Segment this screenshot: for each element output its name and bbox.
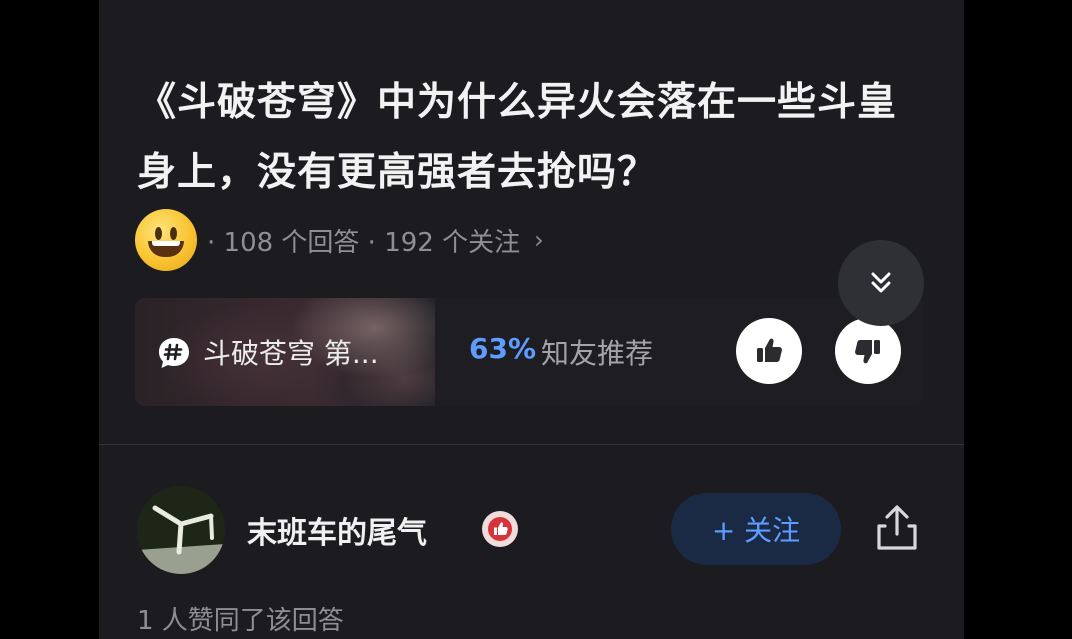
topic-label: 斗破苍穹 第...: [203, 337, 379, 370]
double-chevron-down-icon: [871, 272, 891, 293]
follow-button[interactable]: + 关注: [671, 493, 841, 565]
section-divider: [99, 444, 964, 445]
thumb-up-icon: [757, 338, 782, 362]
thumb-up-button[interactable]: [736, 318, 802, 384]
author-name[interactable]: 末班车的尾气: [247, 508, 427, 552]
question-stats: · 108 个回答 · 192 个关注: [207, 227, 521, 258]
author-avatar[interactable]: [137, 486, 225, 574]
avatar-image: [137, 486, 225, 574]
collapse-button[interactable]: [838, 240, 924, 326]
recommend-label: 知友推荐: [541, 337, 654, 370]
chevron-right-icon: ›: [534, 226, 544, 254]
smiley-face-icon: [135, 209, 197, 271]
author-badge-icon: [482, 511, 518, 547]
thumb-down-button[interactable]: [835, 318, 901, 384]
app-screen: 《斗破苍穹》中为什么异火会落在一些斗皇身上，没有更高强者去抢吗？ · 108 个…: [99, 0, 964, 639]
recommend-card[interactable]: 斗破苍穹 第... 63% 知友推荐: [135, 298, 923, 406]
question-title[interactable]: 《斗破苍穹》中为什么异火会落在一些斗皇身上，没有更高强者去抢吗？: [137, 68, 927, 208]
share-icon[interactable]: [871, 502, 923, 554]
question-meta-row[interactable]: · 108 个回答 · 192 个关注 ›: [135, 208, 544, 272]
recommend-percent: 63%: [469, 332, 537, 365]
hashtag-bubble-icon: [159, 338, 189, 368]
endorse-count: 1 人赞同了该回答: [137, 606, 344, 636]
thumb-down-icon: [855, 340, 880, 364]
